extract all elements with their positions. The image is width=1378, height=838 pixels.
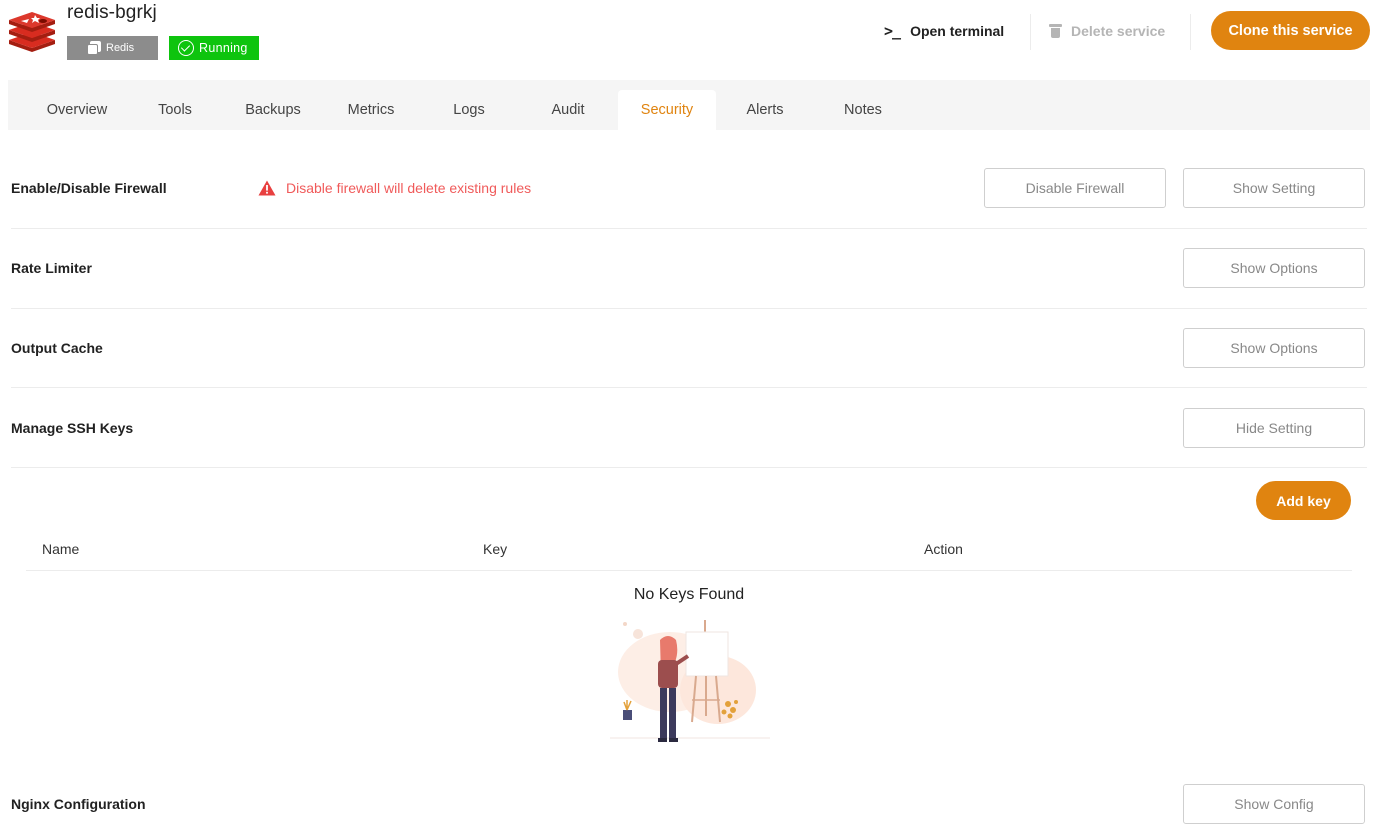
redis-logo-icon — [9, 12, 55, 52]
firewall-warning-text: Disable firewall will delete existing ru… — [286, 180, 532, 196]
delete-service-button[interactable]: Delete service — [1049, 20, 1166, 42]
tab-bar: Overview Tools Backups Metrics Logs Audi… — [8, 80, 1370, 130]
status-badge: Running — [169, 36, 259, 60]
output-cache-section — [11, 308, 1367, 388]
tab-backups[interactable]: Backups — [224, 90, 322, 130]
rate-limiter-show-options-button[interactable]: Show Options — [1183, 248, 1365, 288]
service-type-label: Redis — [106, 42, 135, 54]
column-header-action: Action — [924, 541, 963, 557]
open-terminal-label: Open terminal — [910, 23, 1005, 39]
ssh-keys-section — [11, 388, 1367, 468]
rate-limiter-section — [11, 229, 1367, 309]
tab-overview[interactable]: Overview — [28, 90, 126, 130]
rate-limiter-title: Rate Limiter — [11, 260, 92, 276]
open-terminal-button[interactable]: >_ Open terminal — [884, 20, 1004, 42]
firewall-title: Enable/Disable Firewall — [11, 180, 167, 196]
status-label: Running — [199, 41, 248, 55]
tab-logs[interactable]: Logs — [420, 90, 518, 130]
warning-triangle-icon — [258, 180, 276, 196]
tab-security[interactable]: Security — [618, 90, 716, 130]
divider — [1190, 14, 1191, 50]
column-header-name: Name — [42, 541, 80, 557]
ssh-keys-title: Manage SSH Keys — [11, 420, 134, 436]
add-key-button[interactable]: Add key — [1256, 481, 1351, 520]
delete-service-label: Delete service — [1071, 23, 1166, 39]
stack-icon — [87, 41, 101, 55]
nginx-title: Nginx Configuration — [11, 796, 146, 812]
clone-service-button[interactable]: Clone this service — [1211, 11, 1370, 50]
empty-state-illustration — [610, 620, 770, 742]
tab-tools[interactable]: Tools — [126, 90, 224, 130]
firewall-warning: Disable firewall will delete existing ru… — [258, 180, 531, 196]
tab-metrics[interactable]: Metrics — [322, 90, 420, 130]
check-circle-icon — [178, 40, 194, 56]
nginx-show-config-button[interactable]: Show Config — [1183, 784, 1365, 824]
firewall-show-setting-button[interactable]: Show Setting — [1183, 168, 1365, 208]
service-type-badge: Redis — [67, 36, 158, 60]
tab-alerts[interactable]: Alerts — [716, 90, 814, 130]
service-name: redis-bgrkj — [67, 2, 157, 23]
service-header: redis-bgrkj Redis Running >_ Open termin… — [0, 0, 1378, 72]
tab-audit[interactable]: Audit — [519, 90, 617, 130]
output-cache-show-options-button[interactable]: Show Options — [1183, 328, 1365, 368]
disable-firewall-button[interactable]: Disable Firewall — [984, 168, 1166, 208]
empty-state-message: No Keys Found — [633, 586, 745, 603]
output-cache-title: Output Cache — [11, 340, 103, 356]
column-header-key: Key — [483, 541, 508, 557]
trash-icon — [1049, 24, 1062, 38]
terminal-icon: >_ — [884, 22, 901, 40]
ssh-keys-hide-setting-button[interactable]: Hide Setting — [1183, 408, 1365, 448]
table-header-divider — [26, 570, 1352, 571]
divider — [1030, 14, 1031, 50]
tab-notes[interactable]: Notes — [814, 90, 912, 130]
